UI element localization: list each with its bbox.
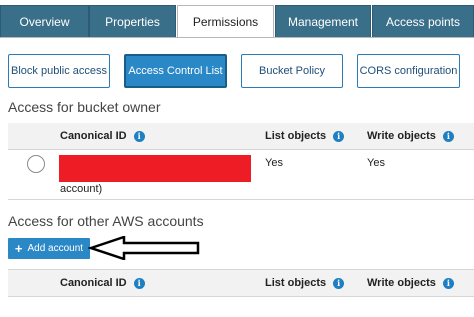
info-icon[interactable]: i: [442, 130, 454, 142]
owner-table-header: Canonical ID i List objects i Write obje…: [8, 123, 474, 149]
tab-access-points[interactable]: Access points: [372, 5, 474, 38]
redacted-canonical-id: [59, 155, 251, 182]
info-icon[interactable]: i: [442, 277, 454, 289]
tab-permissions[interactable]: Permissions: [177, 5, 274, 38]
add-account-button[interactable]: + Add account: [8, 238, 90, 259]
bucket-policy-button[interactable]: Bucket Policy: [241, 54, 343, 88]
other-col-list-objects: List objects i: [265, 277, 345, 289]
other-col-list-objects-label: List objects: [265, 277, 327, 289]
owner-section-title: Access for bucket owner: [8, 99, 161, 115]
other-col-write-objects: Write objects i: [367, 277, 454, 289]
owner-row-radio[interactable]: [27, 155, 45, 173]
add-account-label: Add account: [27, 243, 84, 254]
tabbar-divider: [0, 37, 474, 38]
other-table-header: Canonical ID i List objects i Write obje…: [8, 270, 474, 296]
plus-icon: +: [14, 241, 23, 256]
other-col-canonical-id: Canonical ID i: [60, 277, 145, 289]
other-col-write-objects-label: Write objects: [367, 277, 436, 289]
info-icon[interactable]: i: [333, 277, 345, 289]
owner-col-write-objects: Write objects i: [367, 130, 454, 142]
owner-row-divider: [8, 199, 474, 200]
permissions-page: Overview Properties Permissions Manageme…: [0, 0, 474, 317]
other-table-divider: [8, 296, 474, 297]
info-icon[interactable]: i: [133, 130, 145, 142]
top-tabbar: Overview Properties Permissions Manageme…: [0, 0, 474, 38]
owner-col-canonical-id-label: Canonical ID: [60, 130, 127, 142]
owner-col-list-objects: List objects i: [265, 130, 345, 142]
tab-management[interactable]: Management: [275, 5, 371, 38]
info-icon[interactable]: i: [333, 130, 345, 142]
cors-configuration-button[interactable]: CORS configuration: [357, 54, 460, 88]
owner-list-objects-value: Yes: [265, 157, 283, 169]
access-control-list-button[interactable]: Access Control List: [124, 54, 227, 88]
tab-overview[interactable]: Overview: [0, 5, 89, 38]
block-public-access-button[interactable]: Block public access: [8, 54, 110, 88]
owner-col-canonical-id: Canonical ID i: [60, 130, 145, 142]
owner-write-objects-value: Yes: [367, 157, 385, 169]
owner-col-write-objects-label: Write objects: [367, 130, 436, 142]
owner-table-divider: [8, 149, 474, 150]
tab-properties[interactable]: Properties: [89, 5, 176, 38]
owner-canonical-id-suffix: account): [60, 183, 103, 195]
owner-col-list-objects-label: List objects: [265, 130, 327, 142]
other-accounts-section-title: Access for other AWS accounts: [8, 213, 204, 229]
info-icon[interactable]: i: [133, 277, 145, 289]
arrow-annotation-icon: [88, 236, 200, 260]
other-col-canonical-id-label: Canonical ID: [60, 277, 127, 289]
